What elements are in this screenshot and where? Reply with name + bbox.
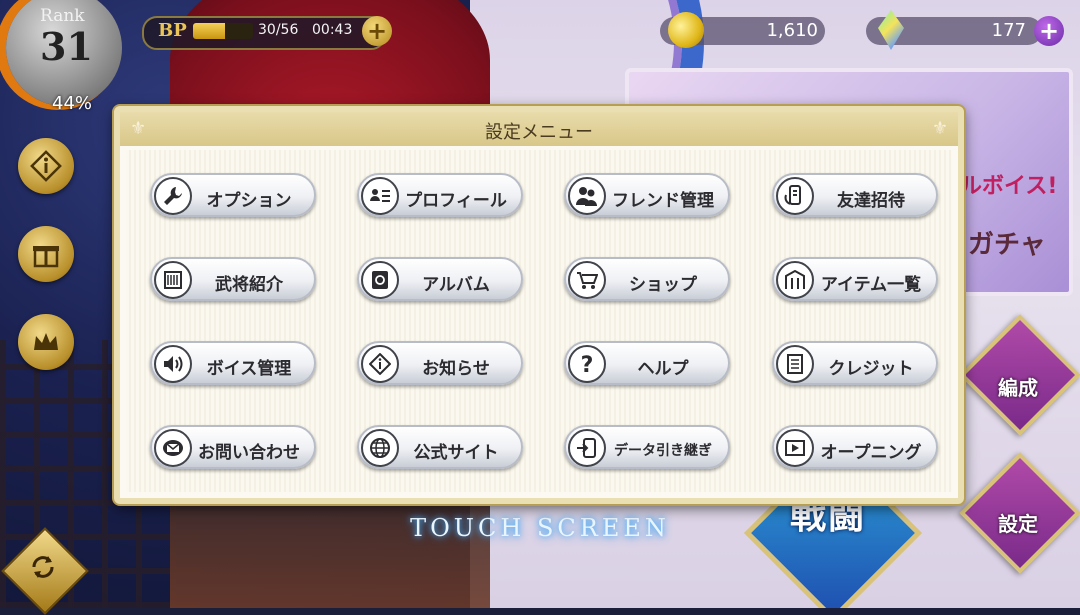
- document-icon: [776, 345, 814, 383]
- opening-button[interactable]: オープニング: [772, 425, 938, 469]
- data-transfer-label: データ引き継ぎ: [614, 443, 712, 459]
- rank-progress-percent: 44%: [52, 93, 93, 114]
- voice-manage-button[interactable]: ボイス管理: [150, 341, 316, 385]
- bp-timer: 00:43: [312, 22, 353, 38]
- album-label: アルバム: [422, 275, 490, 295]
- item-list-label: アイテム一覧: [820, 275, 922, 295]
- warlord-intro-label: 武将紹介: [215, 275, 283, 295]
- dialog-header: ⚜ 設定メニュー ⚜: [120, 112, 958, 146]
- ranking-side-button[interactable]: [18, 314, 74, 370]
- info-diamond-icon: [30, 150, 62, 182]
- contact-button[interactable]: お問い合わせ: [150, 425, 316, 469]
- transfer-icon: [568, 429, 606, 467]
- dialog-title: 設定メニュー: [485, 122, 593, 143]
- profile-card-icon: [361, 177, 399, 215]
- rank-value: 31: [40, 24, 93, 69]
- mail-icon: [154, 429, 192, 467]
- bp-add-button[interactable]: +: [362, 16, 392, 46]
- speaker-icon: [154, 345, 192, 383]
- help-button[interactable]: ? ヘルプ: [564, 341, 730, 385]
- option-button[interactable]: オプション: [150, 173, 316, 217]
- rank-word: Rank: [40, 6, 85, 26]
- profile-button[interactable]: プロフィール: [357, 173, 523, 217]
- banner-text-gacha: ガチャ: [968, 230, 1046, 260]
- album-icon: [361, 261, 399, 299]
- bp-count: 30/56: [258, 22, 299, 38]
- friend-manage-button[interactable]: フレンド管理: [564, 173, 730, 217]
- play-icon: [776, 429, 814, 467]
- data-transfer-button[interactable]: データ引き継ぎ: [564, 425, 730, 469]
- cart-icon: [568, 261, 606, 299]
- question-icon: ?: [568, 345, 606, 383]
- opening-label: オープニング: [820, 443, 922, 463]
- coin-value: 1,610: [766, 20, 818, 41]
- gift-side-button[interactable]: [18, 226, 74, 282]
- official-site-label: 公式サイト: [413, 443, 499, 463]
- gem-value: 177: [991, 20, 1026, 41]
- contact-label: お問い合わせ: [198, 443, 300, 463]
- rotate-icon: [32, 556, 54, 578]
- invite-phone-icon: [776, 177, 814, 215]
- item-box-icon: [776, 261, 814, 299]
- news-button[interactable]: お知らせ: [357, 341, 523, 385]
- voice-manage-label: ボイス管理: [206, 359, 292, 379]
- warlord-intro-button[interactable]: 武将紹介: [150, 257, 316, 301]
- svg-text:?: ?: [581, 353, 594, 375]
- option-label: オプション: [206, 191, 292, 211]
- bp-track: [193, 23, 253, 39]
- invite-friend-button[interactable]: 友達招待: [772, 173, 938, 217]
- formation-label: 編成: [998, 376, 1038, 400]
- credits-button[interactable]: クレジット: [772, 341, 938, 385]
- scroll-icon: [154, 261, 192, 299]
- official-site-button[interactable]: 公式サイト: [357, 425, 523, 469]
- globe-icon: [361, 429, 399, 467]
- shop-button[interactable]: ショップ: [564, 257, 730, 301]
- settings-menu-dialog: ⚜ 設定メニュー ⚜ オプション プロフィール フレンド管理 友達招待 武将紹介: [114, 106, 964, 504]
- profile-label: プロフィール: [405, 191, 507, 211]
- crown-icon: [34, 333, 58, 350]
- fleur-right-icon: ⚜: [931, 118, 948, 139]
- help-label: ヘルプ: [637, 359, 689, 379]
- gift-icon: [33, 246, 59, 268]
- shop-label: ショップ: [629, 275, 697, 295]
- album-button[interactable]: アルバム: [357, 257, 523, 301]
- gem-add-button[interactable]: +: [1034, 16, 1064, 46]
- info-icon: [361, 345, 399, 383]
- credits-label: クレジット: [828, 359, 914, 379]
- banner-text-voice: ルボイス!: [960, 174, 1058, 199]
- friend-manage-label: フレンド管理: [612, 191, 714, 211]
- info-side-button[interactable]: [18, 138, 74, 194]
- bp-fill: [193, 23, 226, 39]
- bp-label: BP: [158, 20, 187, 41]
- wrench-icon: [154, 177, 192, 215]
- friends-icon: [568, 177, 606, 215]
- invite-friend-label: 友達招待: [837, 191, 905, 211]
- item-list-button[interactable]: アイテム一覧: [772, 257, 938, 301]
- news-label: お知らせ: [422, 359, 490, 379]
- touch-screen-prompt[interactable]: TOUCH SCREEN: [0, 514, 1080, 542]
